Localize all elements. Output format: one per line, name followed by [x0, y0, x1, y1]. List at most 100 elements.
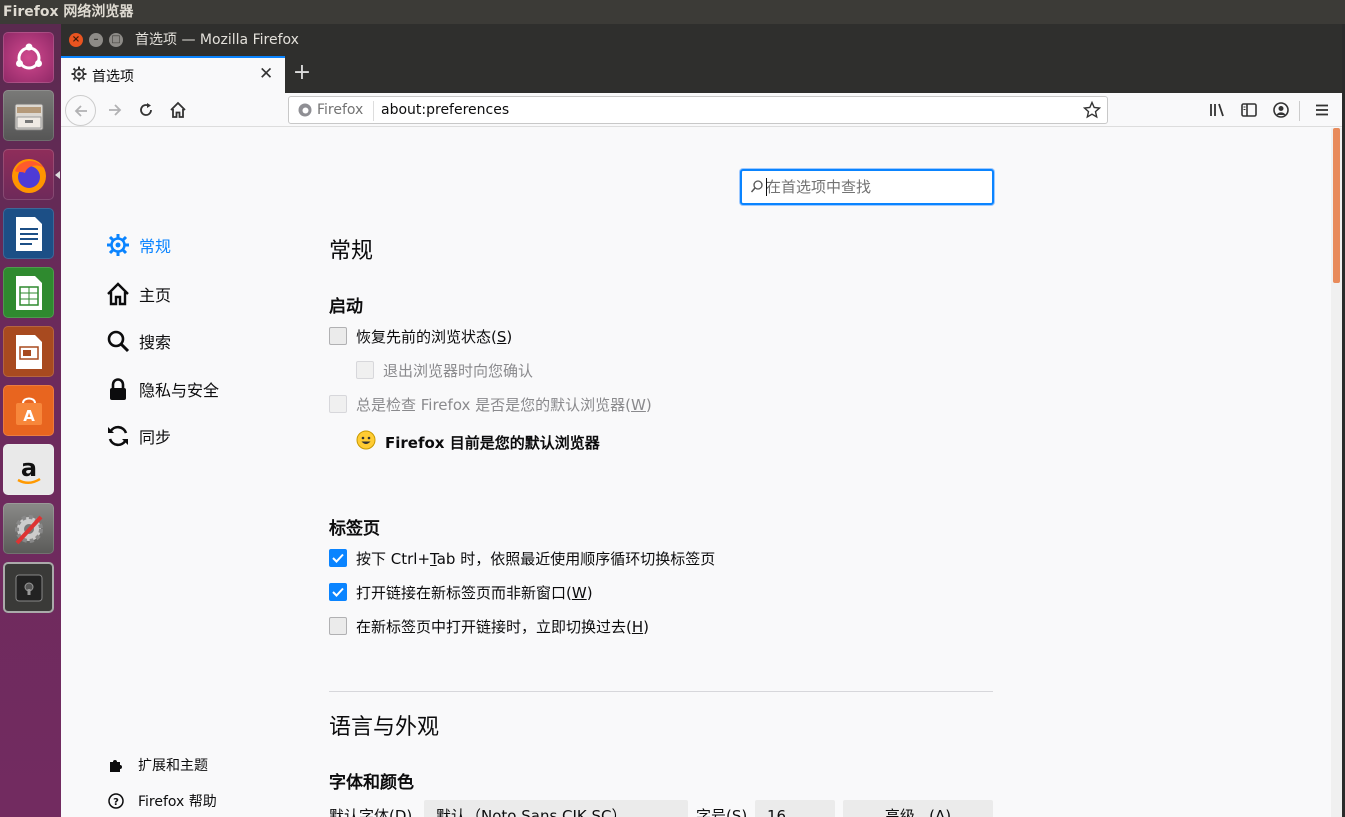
search-input[interactable]	[766, 177, 976, 197]
restore-session-checkbox[interactable]: 恢复先前的浏览状态(S)	[329, 326, 512, 346]
svg-text:a: a	[20, 454, 36, 482]
category-privacy[interactable]: 隐私与安全	[105, 375, 219, 403]
switch-to-new-tabs-checkbox[interactable]: 在新标签页中打开链接时，立即切换过去(H)	[329, 616, 649, 636]
sidebar-toggle-button[interactable]	[1235, 96, 1263, 124]
open-links-in-tabs-checkbox[interactable]: 打开链接在新标签页而非新窗口(W)	[329, 582, 593, 602]
arrow-right-icon	[109, 104, 122, 116]
checkbox-box[interactable]	[329, 327, 347, 345]
trash-icon[interactable]	[3, 562, 54, 613]
firefox-icon[interactable]	[3, 149, 54, 200]
category-home[interactable]: 主页	[105, 280, 171, 308]
checkbox-box[interactable]	[329, 549, 347, 567]
site-identity-label: Firefox	[317, 102, 364, 118]
new-tab-button[interactable]: +	[289, 58, 315, 88]
close-tab-button[interactable]: ✕	[259, 64, 273, 84]
category-general[interactable]: 常规	[105, 231, 171, 259]
system-settings-icon[interactable]	[3, 503, 54, 554]
ubuntu-dash-icon[interactable]	[3, 32, 54, 83]
default-font-select[interactable]: 默认（Noto Sans CJK SC）	[424, 800, 688, 817]
minimize-window-button[interactable]: –	[89, 33, 103, 47]
account-button[interactable]	[1267, 96, 1295, 124]
scrollbar-thumb[interactable]	[1333, 128, 1340, 283]
help-label: Firefox 帮助	[138, 794, 217, 810]
sync-icon	[105, 423, 131, 449]
svg-text:A: A	[23, 407, 35, 425]
font-size-label: 字号(S)	[696, 807, 748, 817]
maximize-window-button[interactable]: □	[109, 33, 123, 47]
text-caret	[766, 178, 767, 196]
default-font-label: 默认字体(D)	[329, 807, 413, 817]
addons-link[interactable]: 扩展和主题	[107, 755, 208, 775]
ubuntu-software-icon[interactable]: A	[3, 385, 54, 436]
font-size-select[interactable]: 16	[755, 800, 835, 817]
library-button[interactable]	[1203, 96, 1231, 124]
open-menu-button[interactable]	[1308, 96, 1336, 124]
account-icon	[1273, 102, 1289, 118]
tab-title: 首选项	[92, 69, 134, 85]
arrow-left-icon	[74, 104, 87, 117]
amazon-icon[interactable]: a	[3, 444, 54, 495]
tab-strip: 首选项 ✕ +	[61, 56, 1342, 93]
checkbox-label: 按下 Ctrl+Tab 时，依照最近使用顺序循环切换标签页	[356, 549, 716, 568]
default-font-value: 默认（Noto Sans CJK SC）	[436, 807, 627, 817]
lock-icon	[105, 376, 131, 402]
startup-heading: 启动	[329, 297, 363, 317]
category-label: 隐私与安全	[139, 381, 220, 400]
firefox-window: × – □ 首选项 — Mozilla Firefox 首选项 ✕ + Fire…	[61, 24, 1342, 817]
category-label: 同步	[139, 428, 172, 447]
fonts-colors-heading: 字体和颜色	[329, 773, 414, 793]
libreoffice-writer-icon[interactable]	[3, 208, 54, 259]
help-icon: ?	[107, 792, 125, 810]
category-label: 主页	[139, 286, 172, 305]
category-sync[interactable]: 同步	[105, 422, 171, 450]
active-app-name: Firefox 网络浏览器	[3, 4, 134, 20]
gear-icon	[105, 232, 131, 258]
home-icon	[170, 101, 186, 118]
home-icon	[105, 281, 131, 307]
libreoffice-impress-icon[interactable]	[3, 326, 54, 377]
checkbox-box	[329, 395, 347, 413]
checkmark-icon	[332, 587, 344, 597]
checkbox-label: 打开链接在新标签页而非新窗口(W)	[356, 583, 593, 602]
url-text[interactable]: about:preferences	[381, 102, 509, 118]
category-search[interactable]: 搜索	[105, 327, 171, 355]
checkbox-label: 总是检查 Firefox 是否是您的默认浏览器(W)	[356, 395, 652, 414]
svg-text:?: ?	[113, 797, 119, 808]
back-button[interactable]	[65, 95, 96, 126]
preferences-search[interactable]	[740, 169, 994, 205]
checkbox-label: 在新标签页中打开链接时，立即切换过去(H)	[356, 617, 649, 636]
check-default-browser-checkbox: 总是检查 Firefox 是否是您的默认浏览器(W)	[329, 394, 652, 414]
window-title: 首选项 — Mozilla Firefox	[135, 32, 299, 48]
unity-launcher: A a	[0, 24, 61, 817]
default-browser-status: Firefox 目前是您的默认浏览器	[356, 430, 600, 454]
checkbox-label: 恢复先前的浏览状态(S)	[356, 327, 513, 346]
category-label: 搜索	[139, 333, 172, 352]
forward-button[interactable]	[101, 96, 129, 124]
puzzle-icon	[107, 756, 125, 774]
tab-preferences[interactable]: 首选项 ✕	[61, 56, 285, 93]
category-label: 常规	[139, 237, 172, 256]
language-appearance-title: 语言与外观	[329, 715, 440, 740]
files-icon[interactable]	[3, 90, 54, 141]
sidebars-icon	[1241, 103, 1257, 117]
page-title: 常规	[329, 239, 374, 264]
library-icon	[1210, 103, 1224, 117]
smiley-icon	[356, 430, 376, 454]
gear-icon	[71, 66, 87, 82]
libreoffice-calc-icon[interactable]	[3, 267, 54, 318]
help-link[interactable]: ? Firefox 帮助	[107, 791, 217, 811]
addons-label: 扩展和主题	[138, 758, 208, 774]
address-bar[interactable]: Firefox about:preferences	[288, 96, 1108, 124]
reload-button[interactable]	[132, 96, 160, 124]
window-titlebar: × – □ 首选项 — Mozilla Firefox	[61, 24, 1342, 56]
advanced-fonts-button[interactable]: 高级...(A)	[843, 800, 993, 817]
home-button[interactable]	[164, 96, 192, 124]
checkbox-box[interactable]	[329, 617, 347, 635]
close-window-button[interactable]: ×	[69, 33, 83, 47]
content-scrollbar[interactable]	[1331, 128, 1342, 817]
site-identity[interactable]: Firefox	[297, 102, 363, 118]
default-browser-text: Firefox 目前是您的默认浏览器	[385, 433, 600, 452]
checkbox-box[interactable]	[329, 583, 347, 601]
bookmark-star-icon[interactable]	[1082, 100, 1102, 123]
ctrl-tab-checkbox[interactable]: 按下 Ctrl+Tab 时，依照最近使用顺序循环切换标签页	[329, 548, 715, 568]
